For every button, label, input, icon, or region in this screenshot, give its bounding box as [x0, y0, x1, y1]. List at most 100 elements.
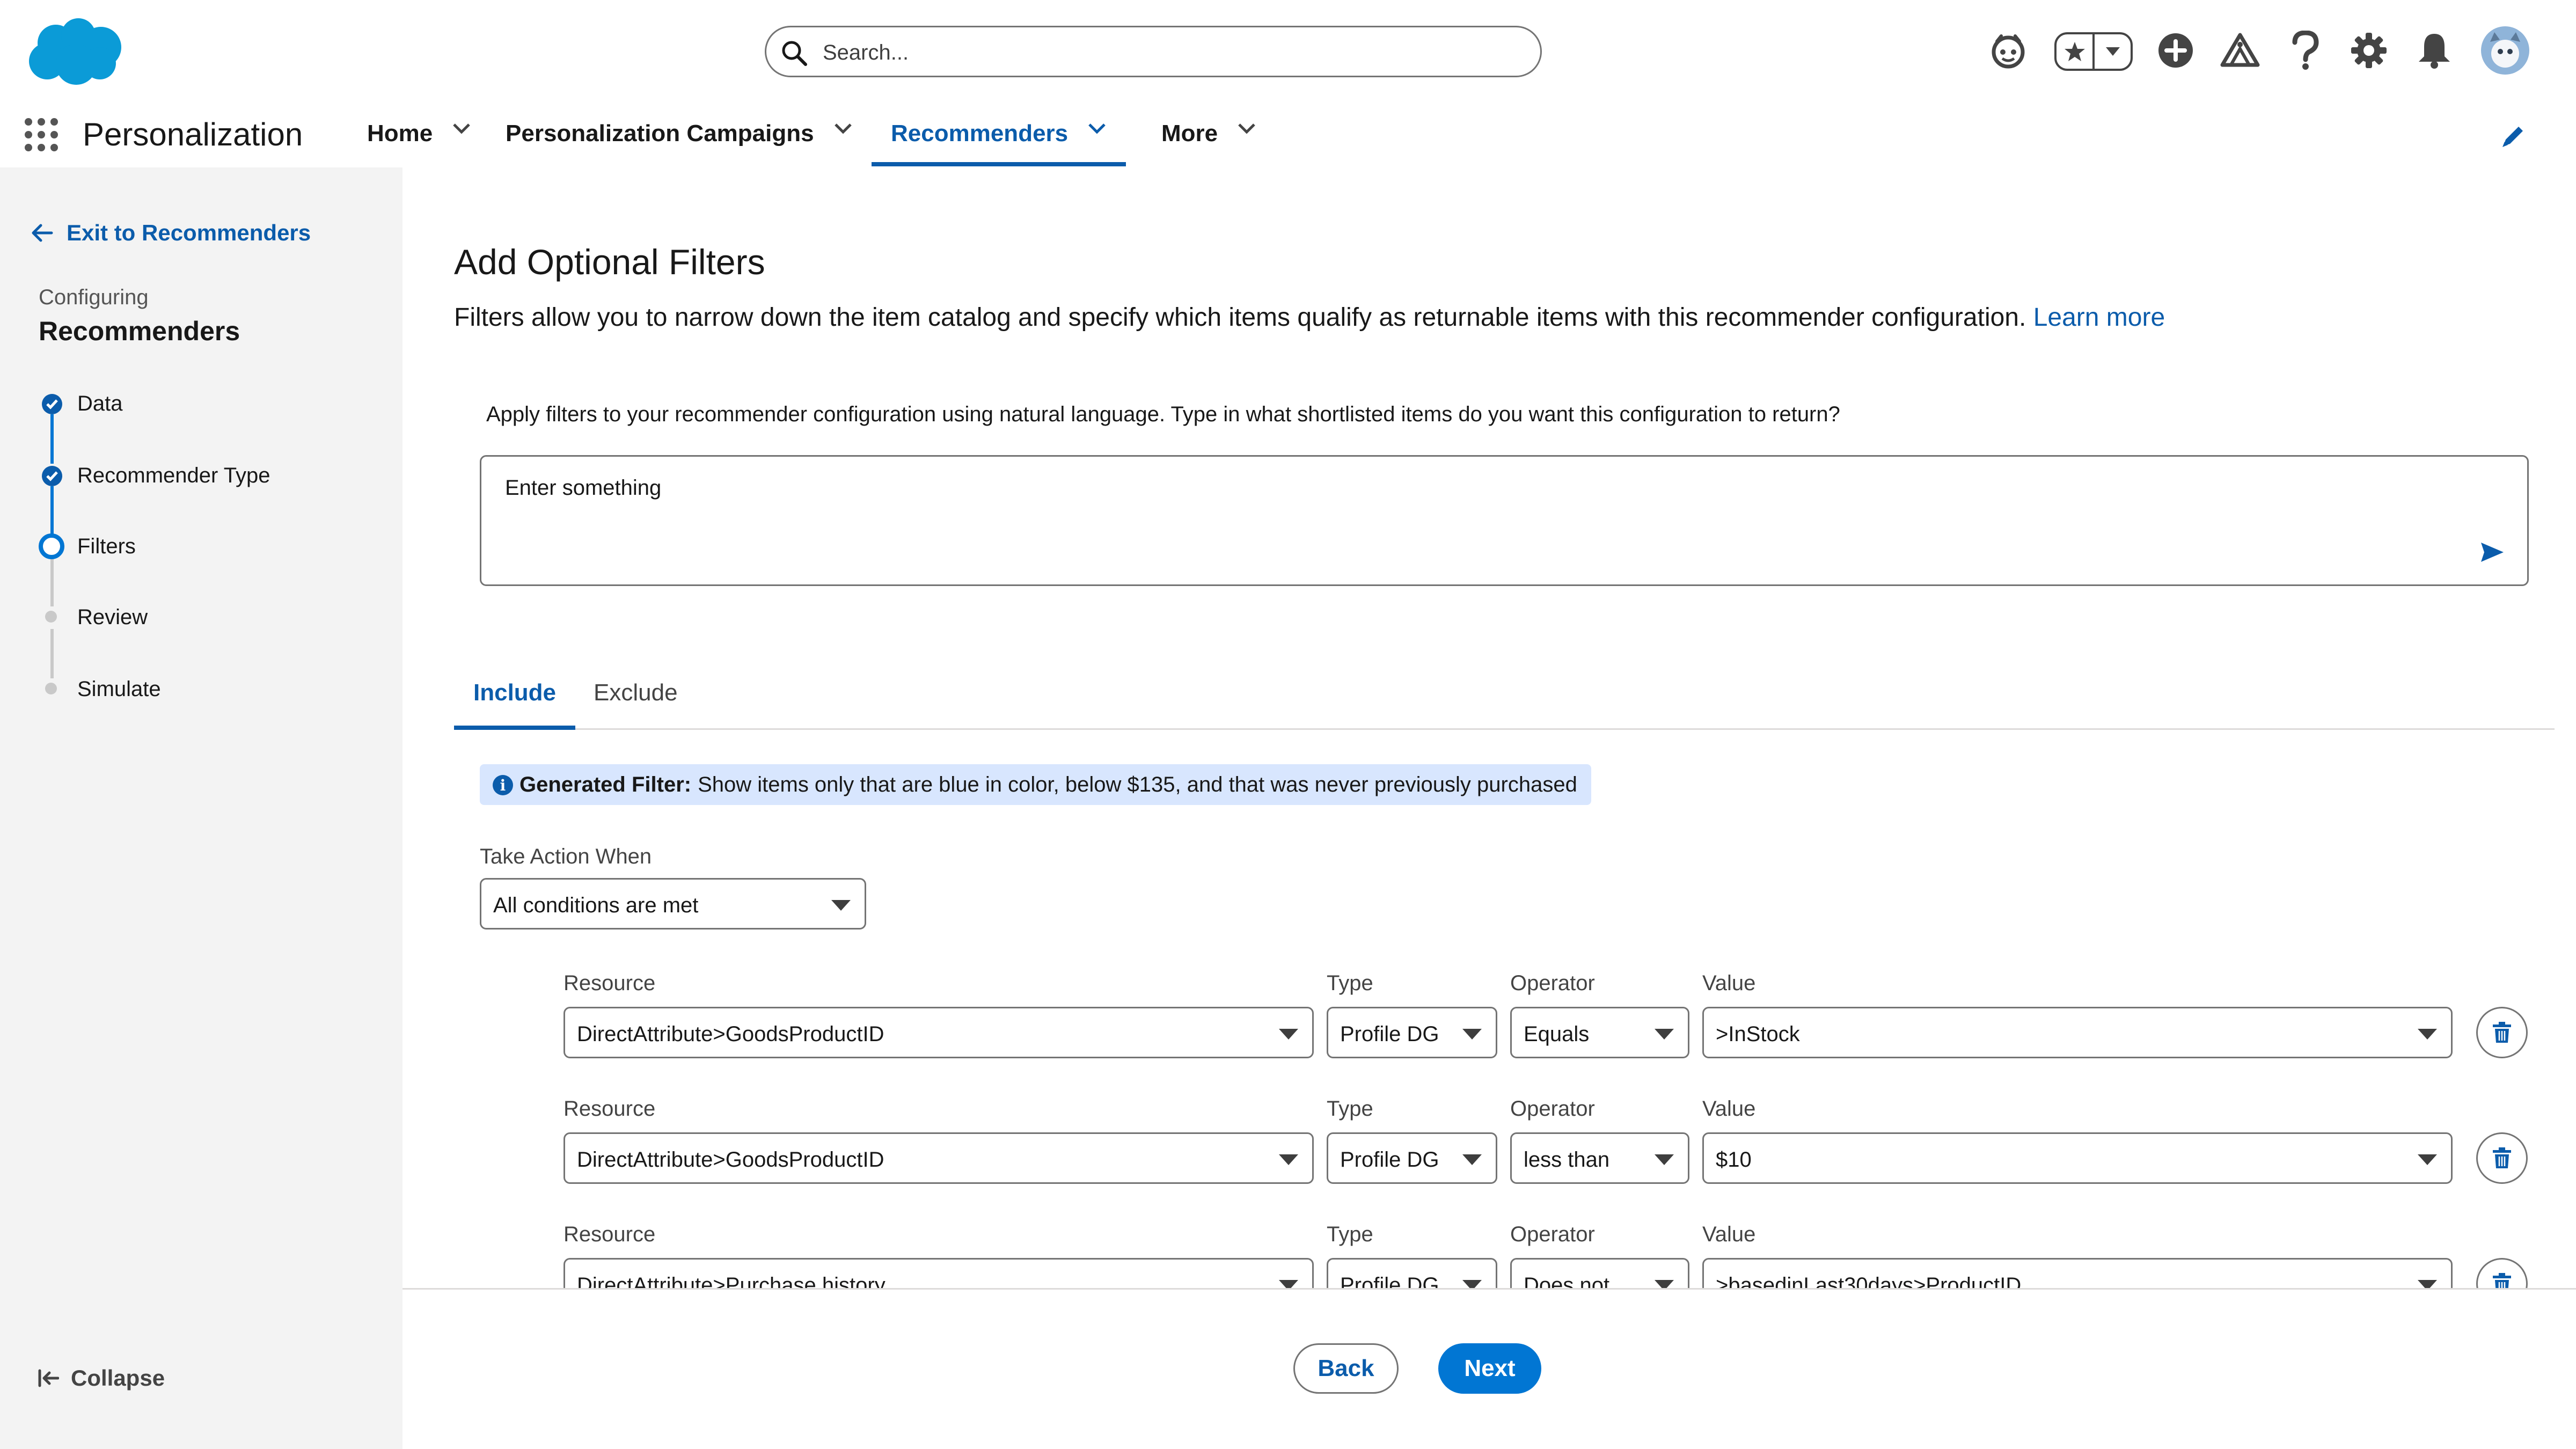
operator-select[interactable]: Equals	[1510, 1007, 1689, 1058]
type-select[interactable]: Profile DG	[1327, 1007, 1497, 1058]
operator-label: Operator	[1510, 1223, 1595, 1246]
delete-condition-button[interactable]	[2476, 1007, 2528, 1058]
select-value: DirectAttribute>GoodsProductID	[577, 1022, 884, 1046]
caret-down-icon	[2418, 1154, 2437, 1165]
global-add-icon[interactable]	[2153, 28, 2198, 73]
type-select[interactable]: Profile DG	[1327, 1258, 1497, 1288]
collapse-sidebar-button[interactable]: Collapse	[38, 1365, 165, 1391]
resource-select[interactable]: DirectAttribute>Purchase history	[564, 1258, 1314, 1288]
value-label: Value	[1702, 971, 1756, 995]
type-label: Type	[1327, 971, 1373, 995]
favorites-star-icon[interactable]	[2057, 34, 2092, 69]
natural-language-filter-box	[480, 455, 2529, 586]
value-select[interactable]: >basedinLast30days>ProductID	[1702, 1258, 2453, 1288]
user-avatar[interactable]	[2479, 25, 2531, 76]
caret-down-icon	[1462, 1280, 1482, 1288]
current-step-indicator	[39, 533, 64, 559]
chevron-down-icon[interactable]	[1087, 122, 1107, 135]
learn-more-link[interactable]: Learn more	[2033, 303, 2165, 332]
notifications-bell-icon[interactable]	[2412, 28, 2457, 73]
back-button[interactable]: Back	[1293, 1343, 1399, 1394]
type-label: Type	[1327, 1097, 1373, 1121]
step-data[interactable]: Data	[0, 382, 402, 415]
filter-tabs: Include Exclude	[454, 660, 2555, 730]
nav-item-home[interactable]: Home	[367, 120, 471, 166]
step-filters[interactable]: Filters	[0, 525, 402, 559]
info-icon: i	[493, 775, 513, 795]
tab-include[interactable]: Include	[454, 660, 575, 730]
operator-label: Operator	[1510, 1097, 1595, 1121]
chevron-down-icon[interactable]	[833, 122, 853, 135]
search-input[interactable]	[823, 37, 1520, 68]
exit-to-recommenders-link[interactable]: Exit to Recommenders	[30, 220, 311, 246]
type-label: Type	[1327, 1223, 1373, 1246]
caret-down-icon	[1655, 1280, 1674, 1288]
exit-link-label: Exit to Recommenders	[67, 220, 311, 245]
nav-item-recommenders[interactable]: Recommenders	[871, 120, 1126, 166]
resource-select[interactable]: DirectAttribute>GoodsProductID	[564, 1007, 1314, 1058]
trash-icon	[2493, 1022, 2511, 1043]
caret-down-icon	[1655, 1029, 1674, 1040]
nav-item-label: Recommenders	[891, 120, 1069, 147]
configuring-caption: Configuring	[39, 286, 149, 309]
take-action-label: Take Action When	[480, 845, 652, 868]
chevron-down-icon[interactable]	[1237, 122, 1256, 135]
select-value: Equals	[1524, 1022, 1590, 1046]
favorites-menu-icon[interactable]	[2092, 34, 2131, 69]
help-icon[interactable]	[2283, 28, 2328, 73]
caret-down-icon	[1279, 1029, 1298, 1040]
operator-select[interactable]: less than	[1510, 1132, 1689, 1184]
tab-exclude[interactable]: Exclude	[594, 660, 701, 730]
caret-down-icon	[1655, 1154, 1674, 1165]
edit-nav-pencil-icon[interactable]	[2498, 121, 2528, 151]
collapse-arrow-icon	[38, 1369, 59, 1387]
setup-sidebar: Exit to Recommenders Configuring Recomme…	[0, 167, 402, 1449]
resource-label: Resource	[564, 971, 656, 995]
favorites-group	[2054, 32, 2133, 71]
nav-item-more[interactable]: More	[1161, 120, 1256, 166]
resource-label: Resource	[564, 1223, 656, 1246]
step-simulate[interactable]: Simulate	[0, 668, 402, 701]
setup-gear-icon[interactable]	[2346, 28, 2391, 73]
send-icon[interactable]	[2478, 538, 2506, 566]
resource-select[interactable]: DirectAttribute>GoodsProductID	[564, 1132, 1314, 1184]
select-value: less than	[1524, 1148, 1610, 1172]
value-label: Value	[1702, 1097, 1756, 1121]
chevron-down-icon[interactable]	[452, 122, 471, 135]
nav-item-personalization-campaigns[interactable]: Personalization Campaigns	[506, 120, 853, 166]
operator-select[interactable]: Does not	[1510, 1258, 1689, 1288]
global-header	[0, 0, 2576, 102]
app-navigation: Personalization Home Personalization Cam…	[0, 102, 2576, 166]
step-recommender-type[interactable]: Recommender Type	[0, 454, 402, 487]
delete-condition-button[interactable]	[2476, 1258, 2528, 1288]
app-launcher-icon[interactable]	[25, 118, 58, 151]
global-search[interactable]	[765, 26, 1542, 77]
resource-label: Resource	[564, 1097, 656, 1121]
configuring-title: Recommenders	[39, 316, 240, 346]
arrow-left-icon	[32, 224, 53, 242]
caret-down-icon	[2418, 1280, 2437, 1288]
step-review[interactable]: Review	[0, 596, 402, 629]
type-select[interactable]: Profile DG	[1327, 1132, 1497, 1184]
trailhead-icon[interactable]	[2218, 28, 2263, 73]
step-label: Filters	[77, 535, 136, 558]
generated-filter-text: Show items only that are blue in color, …	[698, 772, 1577, 796]
agentforce-icon[interactable]	[1986, 28, 2031, 73]
next-button[interactable]: Next	[1438, 1343, 1541, 1394]
value-select[interactable]: >InStock	[1702, 1007, 2453, 1058]
value-label: Value	[1702, 1223, 1756, 1246]
trash-icon	[2493, 1147, 2511, 1168]
natural-language-input[interactable]	[505, 476, 2437, 562]
caret-down-icon	[1462, 1029, 1482, 1040]
page-title: Add Optional Filters	[454, 242, 765, 282]
select-value: $10	[1716, 1148, 1752, 1172]
step-label: Data	[77, 392, 123, 415]
description-text: Filters allow you to narrow down the ite…	[454, 303, 2026, 332]
delete-condition-button[interactable]	[2476, 1132, 2528, 1184]
check-icon	[42, 466, 62, 486]
salesforce-logo[interactable]	[25, 17, 125, 86]
caret-down-icon	[1279, 1154, 1298, 1165]
take-action-select[interactable]: All conditions are met	[480, 878, 866, 930]
value-select[interactable]: $10	[1702, 1132, 2453, 1184]
select-value: Profile DG	[1340, 1274, 1439, 1288]
